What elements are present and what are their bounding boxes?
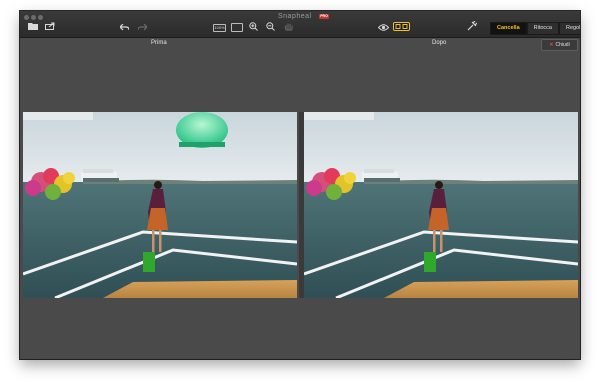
window-title: Snapheal — [278, 13, 312, 20]
settings-tool-icon[interactable] — [467, 20, 478, 31]
app-window: Snapheal PRO 100% Cancella Ritocca Rego … — [20, 11, 580, 359]
pro-badge: PRO — [319, 14, 329, 19]
minimize-window-dot[interactable] — [31, 15, 36, 20]
eye-preview-icon[interactable] — [377, 23, 390, 31]
zoom-window-dot[interactable] — [38, 15, 43, 20]
close-button-label: Chiudi — [555, 42, 570, 48]
mode-cancella[interactable]: Cancella — [490, 22, 527, 35]
export-icon[interactable] — [45, 22, 56, 30]
before-label: Prima — [151, 40, 167, 46]
fit-screen-icon[interactable] — [231, 23, 243, 32]
after-photo[interactable] — [304, 112, 578, 298]
close-window-dot[interactable] — [24, 15, 29, 20]
before-photo[interactable] — [23, 112, 297, 298]
open-folder-icon[interactable] — [28, 22, 38, 30]
compare-icon[interactable] — [393, 22, 410, 31]
undo-icon[interactable] — [119, 23, 130, 31]
mode-regola[interactable]: Regola — [558, 22, 580, 35]
close-compare-button[interactable]: ✕ Chiudi — [541, 39, 578, 51]
zoom-out-icon[interactable] — [266, 22, 275, 31]
mode-ritocca[interactable]: Ritocca — [526, 22, 559, 35]
mode-switcher: Cancella Ritocca Regola — [490, 22, 580, 35]
close-icon: ✕ — [549, 42, 554, 48]
redo-icon[interactable] — [137, 23, 148, 31]
actual-size-button[interactable]: 100% — [213, 24, 226, 32]
zoom-in-icon[interactable] — [249, 22, 258, 31]
after-label: Dopo — [432, 40, 447, 46]
toolbar: Snapheal PRO 100% Cancella Ritocca Rego — [20, 11, 580, 38]
hand-pan-icon[interactable] — [284, 22, 293, 31]
